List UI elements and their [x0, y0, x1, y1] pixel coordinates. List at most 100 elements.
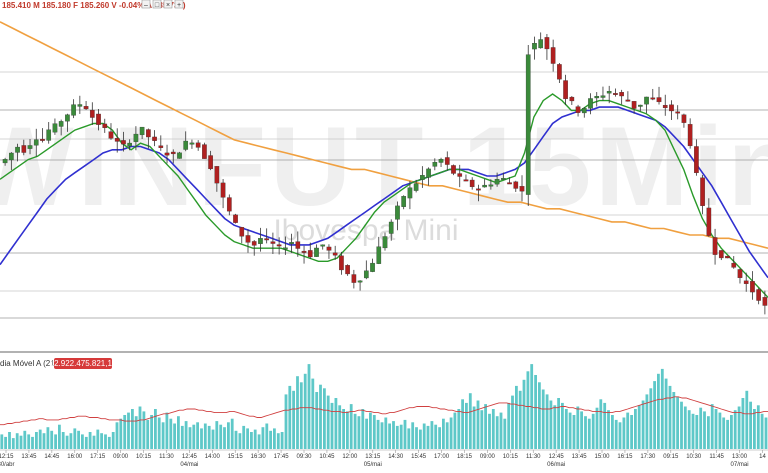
candle-body — [438, 159, 444, 163]
candle-body — [108, 131, 114, 139]
volume-bar — [31, 436, 34, 449]
volume-bar — [257, 434, 261, 449]
x-date-label: 07/mai — [731, 462, 749, 468]
volume-bar — [315, 392, 319, 449]
volume-bar — [288, 385, 292, 449]
volume-bar — [392, 421, 395, 449]
volume-bar — [58, 424, 61, 449]
candle-body — [9, 152, 14, 161]
x-date-label: 06/mai — [547, 462, 565, 468]
x-tick-label: 15:15 — [228, 454, 244, 460]
volume-bar — [250, 432, 253, 449]
candle-body — [457, 173, 463, 177]
volume-bar — [77, 430, 80, 449]
candle-body — [114, 137, 120, 142]
volume-bar — [4, 436, 7, 449]
x-tick-label: 10:45 — [319, 454, 335, 460]
x-tick-label: 12:45 — [549, 454, 565, 460]
candle-body — [644, 96, 649, 105]
candle-body — [52, 123, 58, 133]
candle-body — [21, 145, 27, 153]
volume-bar — [207, 425, 211, 449]
candle-body — [575, 106, 581, 113]
candle-body — [258, 238, 263, 244]
x-tick-label: 13:45 — [21, 454, 37, 460]
volume-bar — [273, 428, 276, 449]
volume-bar — [180, 425, 184, 449]
volume-bar — [223, 427, 226, 449]
candle-body — [662, 104, 668, 109]
volume-bar — [323, 388, 326, 449]
volume-bar — [353, 413, 357, 449]
volume-bar — [54, 434, 57, 449]
x-tick-label: 11:30 — [159, 454, 174, 460]
volume-bar — [691, 413, 695, 449]
candle-body — [40, 138, 45, 141]
x-tick-label: 14 — [759, 454, 766, 460]
volume-bar — [442, 418, 445, 449]
candle-body — [650, 97, 656, 100]
volume-bar — [146, 419, 150, 449]
volume-bar — [584, 416, 587, 449]
volume-bar — [334, 398, 338, 449]
candle-body — [557, 64, 562, 80]
volume-value-text: 12.922.475.821,10 — [50, 359, 117, 368]
volume-bar — [649, 388, 653, 449]
volume-bar — [426, 425, 430, 449]
volume-bar — [495, 416, 499, 449]
candle-body — [413, 183, 419, 191]
volume-bar — [668, 385, 672, 449]
candle-body — [71, 104, 76, 116]
candle-body — [220, 182, 226, 198]
x-tick-label: 09:00 — [480, 454, 496, 460]
candle-body — [619, 92, 624, 97]
x-date-label: 04/mai — [180, 462, 198, 468]
candle-body — [289, 242, 294, 245]
volume-bar — [227, 422, 230, 449]
minimize-button-label: – — [144, 2, 148, 9]
volume-bar — [557, 398, 560, 449]
candle-body — [687, 124, 693, 147]
volume-bar — [553, 405, 557, 449]
candle-body — [96, 113, 101, 125]
candle-body — [700, 177, 705, 207]
candle-body — [519, 186, 525, 192]
volume-bar — [303, 373, 307, 449]
candle-body — [226, 197, 232, 212]
volume-bar — [215, 421, 219, 449]
candle-body — [152, 136, 157, 141]
volume-bar — [35, 432, 38, 449]
chart-root: 185.410 M 185.180 F 185.260 V -0.04% A 1… — [0, 0, 768, 468]
volume-bar — [369, 412, 372, 449]
volume-bar — [299, 382, 303, 449]
volume-bar — [261, 427, 265, 449]
volume-bar — [415, 427, 418, 449]
volume-bar — [749, 401, 752, 449]
volume-bar — [710, 404, 714, 449]
candle-body — [488, 184, 494, 187]
volume-bar — [111, 432, 115, 449]
candle-body — [544, 37, 550, 50]
volume-bar — [311, 378, 315, 449]
volume-bar — [173, 423, 176, 449]
volume-bar — [27, 434, 31, 449]
name-watermark: Ibovespa Mini — [273, 214, 458, 247]
volume-bar — [753, 409, 756, 449]
candle-body — [27, 145, 33, 149]
x-tick-label: 17:45 — [274, 454, 290, 460]
candle-body — [146, 129, 151, 138]
volume-bar — [683, 406, 687, 449]
volume-bar — [161, 422, 165, 449]
volume-bar — [453, 412, 457, 449]
candle-body — [725, 255, 730, 259]
volume-bar — [42, 433, 46, 449]
volume-bar — [61, 432, 65, 449]
x-tick-label: 10:15 — [136, 454, 152, 460]
candle-body — [270, 241, 276, 244]
candle-body — [357, 280, 363, 283]
volume-bar — [680, 401, 683, 449]
volume-bar — [699, 407, 703, 449]
x-tick-label: 17:30 — [640, 454, 656, 460]
candle-body — [15, 146, 20, 153]
volume-bar — [403, 419, 407, 449]
